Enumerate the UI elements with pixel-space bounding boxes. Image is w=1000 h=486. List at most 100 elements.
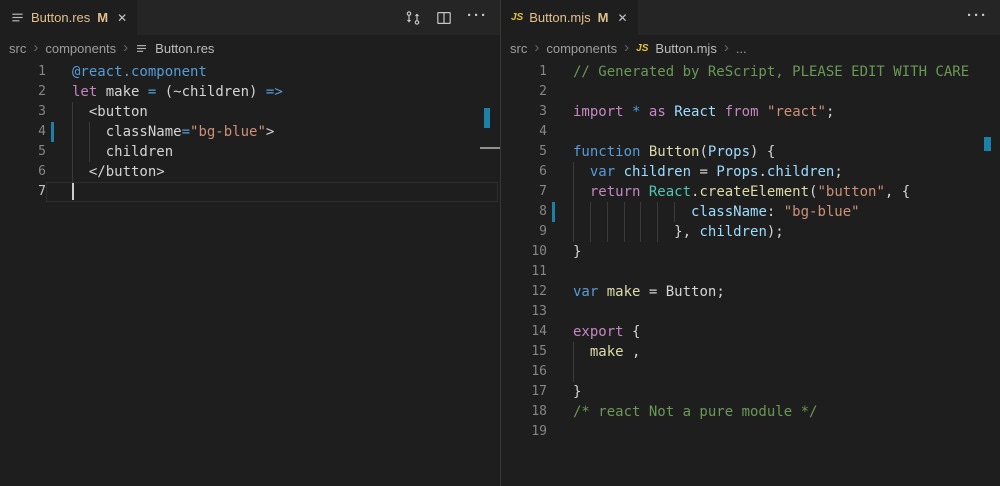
code-line[interactable]: 1// Generated by ReScript, PLEASE EDIT W… [501,62,1000,82]
indent-guide [72,162,73,182]
code-line[interactable]: 4 [501,122,1000,142]
breadcrumb-item-components[interactable]: components [45,41,116,56]
code-line[interactable]: 7 return React.createElement("button", { [501,182,1000,202]
gutter [547,202,573,222]
line-number[interactable]: 14 [501,322,547,342]
code-text: children [72,142,498,162]
line-number[interactable]: 17 [501,382,547,402]
breadcrumb-item-src[interactable]: src [510,41,527,56]
indent-guide [674,202,675,222]
line-number[interactable]: 16 [501,362,547,382]
gutter [547,382,573,402]
indent-guide [573,222,574,242]
code-line[interactable]: 18/* react Not a pure module */ [501,402,1000,422]
code-line[interactable]: 16 [501,362,1000,382]
line-number[interactable]: 2 [0,82,46,102]
breadcrumb-item-src[interactable]: src [9,41,26,56]
code-line[interactable]: 13 [501,302,1000,322]
gutter [547,342,573,362]
code-line[interactable]: 10} [501,242,1000,262]
close-tab-icon[interactable]: ✕ [618,12,628,24]
editor-pane-js: JS Button.mjs M ✕ ··· src › components ›… [500,0,1000,486]
line-number[interactable]: 18 [501,402,547,422]
compare-changes-icon[interactable] [405,10,421,26]
code-line[interactable]: 5 children [0,142,500,162]
line-number[interactable]: 15 [501,342,547,362]
gutter [547,122,573,142]
code-line[interactable]: 1 @react.component [0,62,500,82]
code-line[interactable]: 19 [501,422,1000,442]
line-number[interactable]: 9 [501,222,547,242]
code-line[interactable]: 15 make , [501,342,1000,362]
code-line[interactable]: 9 }, children); [501,222,1000,242]
line-number[interactable]: 7 [0,182,46,202]
indent-guide [573,342,574,362]
indent-guide [89,122,90,142]
code-text: import * as React from "react"; [573,102,998,122]
gutter [547,162,573,182]
line-number[interactable]: 1 [0,62,46,82]
file-lines-icon [135,42,148,55]
code-line[interactable]: 14export { [501,322,1000,342]
line-number[interactable]: 6 [501,162,547,182]
code-text [573,82,998,102]
code-line[interactable]: 11 [501,262,1000,282]
line-number[interactable]: 3 [501,102,547,122]
gutter [46,162,72,182]
code-editor-js[interactable]: 1// Generated by ReScript, PLEASE EDIT W… [501,62,1000,486]
line-number[interactable]: 12 [501,282,547,302]
code-line[interactable]: 6 var children = Props.children; [501,162,1000,182]
code-line[interactable]: 7 [0,182,500,202]
line-number[interactable]: 10 [501,242,547,262]
breadcrumb-item-components[interactable]: components [546,41,617,56]
code-line[interactable]: 8 className: "bg-blue" [501,202,1000,222]
code-text: var make = Button; [573,282,998,302]
gutter [46,182,72,202]
line-number[interactable]: 4 [501,122,547,142]
line-number[interactable]: 5 [0,142,46,162]
code-line[interactable]: 2 [501,82,1000,102]
code-text [573,262,998,282]
indent-guide [573,202,574,222]
line-number[interactable]: 11 [501,262,547,282]
line-number[interactable]: 6 [0,162,46,182]
code-line[interactable]: 3 import * as React from "react"; [501,102,1000,122]
more-actions-icon[interactable]: ··· [967,8,988,27]
gutter [547,262,573,282]
breadcrumb-item-file[interactable]: Button.mjs [655,41,716,56]
code-line[interactable]: 3 <button [0,102,500,122]
line-number[interactable]: 5 [501,142,547,162]
tab-bar-left: Button.res M ✕ [0,0,500,35]
indent-guide [72,122,73,142]
breadcrumb-item-file[interactable]: Button.res [155,41,214,56]
indent-guide [72,142,73,162]
split-editor-icon[interactable] [436,10,452,26]
tab-button-res[interactable]: Button.res M ✕ [0,0,137,35]
line-number[interactable]: 4 [0,122,46,142]
line-number[interactable]: 19 [501,422,547,442]
gutter [46,82,72,102]
line-number[interactable]: 3 [0,102,46,122]
code-line[interactable]: 12 var make = Button; [501,282,1000,302]
code-line[interactable]: 17} [501,382,1000,402]
code-line[interactable]: 6 </button> [0,162,500,182]
line-number[interactable]: 7 [501,182,547,202]
gutter [547,302,573,322]
code-line[interactable]: 2let make = (~children) => [0,82,500,102]
tab-button-mjs[interactable]: JS Button.mjs M ✕ [501,0,638,35]
line-number[interactable]: 8 [501,202,547,222]
code-text: @react.component [72,62,498,82]
line-number[interactable]: 13 [501,302,547,322]
gutter [547,242,573,262]
code-line[interactable]: 4 className="bg-blue"> [0,122,500,142]
more-actions-icon[interactable]: ··· [467,8,488,27]
code-line[interactable]: 5function Button(Props) { [501,142,1000,162]
breadcrumb-item-symbol[interactable]: ... [736,41,747,56]
line-number[interactable]: 2 [501,82,547,102]
code-text: </button> [72,162,498,182]
text-cursor [72,183,74,200]
code-editor-rescript[interactable]: 1 @react.component2let make = (~children)… [0,62,500,486]
line-number[interactable]: 1 [501,62,547,82]
code-text: className="bg-blue"> [72,122,498,142]
close-tab-icon[interactable]: ✕ [117,12,127,24]
